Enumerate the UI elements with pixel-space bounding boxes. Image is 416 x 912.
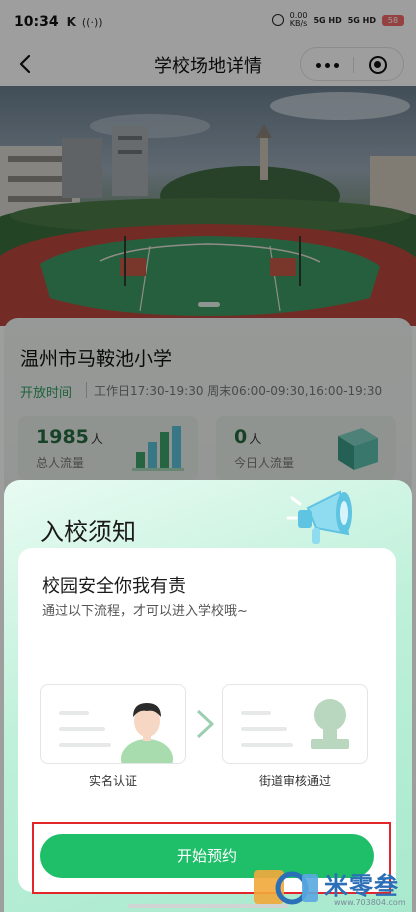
step-card-review: [222, 684, 368, 764]
placeholder-line: [241, 711, 271, 715]
arrow-right-icon: [196, 709, 214, 739]
home-indicator[interactable]: [128, 904, 288, 908]
modal-title: 入校须知: [40, 518, 136, 546]
placeholder-line: [59, 727, 105, 731]
watermark-text: 米零叁: [324, 872, 399, 900]
approval-stamp-icon: [311, 699, 349, 749]
step-label-review: 街道审核通过: [258, 774, 331, 788]
step-card-realname: [40, 684, 186, 764]
notice-subheading: 通过以下流程，才可以进入学校哦~: [42, 604, 248, 619]
placeholder-line: [59, 743, 111, 747]
notice-heading: 校园安全你我有责: [42, 576, 186, 597]
placeholder-line: [241, 743, 293, 747]
step-label-realname: 实名认证: [88, 774, 137, 788]
placeholder-line: [59, 711, 89, 715]
placeholder-line: [241, 727, 287, 731]
megaphone-icon: [286, 490, 352, 544]
person-avatar-icon: [121, 703, 173, 763]
watermark-url: www.703804.com: [334, 898, 406, 907]
watermark-logo-icon: [254, 870, 318, 905]
